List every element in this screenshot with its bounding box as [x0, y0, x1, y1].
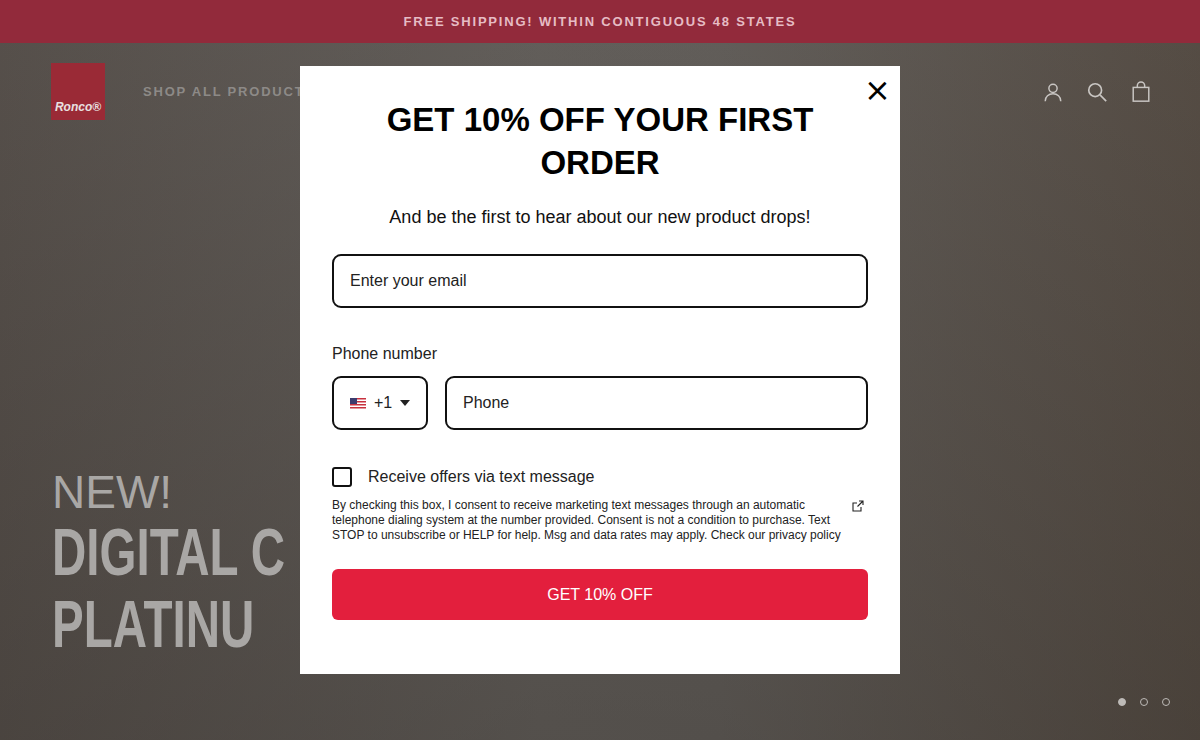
announcement-text: FREE SHIPPING! WITHIN CONTIGUOUS 48 STAT…	[404, 14, 797, 29]
phone-placeholder: Phone	[463, 394, 509, 412]
cart-bag-icon[interactable]	[1130, 81, 1152, 103]
sms-checkbox-row[interactable]: Receive offers via text message	[332, 466, 868, 488]
submit-button[interactable]: GET 10% OFF	[332, 569, 868, 620]
country-select[interactable]: +1	[332, 376, 428, 430]
legal-text: By checking this box, I consent to recei…	[332, 498, 844, 543]
sms-checkbox-label: Receive offers via text message	[368, 468, 594, 486]
phone-row: +1 Phone	[332, 376, 868, 430]
modal-title: GET 10% OFF YOUR FIRST ORDER	[332, 98, 868, 184]
carousel-dot[interactable]	[1162, 698, 1170, 706]
legal-row: By checking this box, I consent to recei…	[332, 498, 868, 543]
main-nav: SHOP ALL PRODUCTS	[143, 84, 315, 99]
nav-item[interactable]: SHOP ALL PRODUCTS	[143, 84, 315, 99]
email-placeholder: Enter your email	[350, 272, 467, 290]
page: FREE SHIPPING! WITHIN CONTIGUOUS 48 STAT…	[0, 0, 1200, 740]
country-code: +1	[374, 394, 392, 412]
dropdown-caret-icon	[400, 400, 410, 406]
modal-subtitle: And be the first to hear about our new p…	[332, 206, 868, 228]
phone-input[interactable]: Phone	[445, 376, 868, 430]
carousel-dot[interactable]	[1140, 698, 1148, 706]
logo-text: Ronco®	[55, 100, 101, 114]
external-link-icon[interactable]	[852, 500, 864, 512]
header-icons	[1042, 81, 1152, 103]
announcement-bar: FREE SHIPPING! WITHIN CONTIGUOUS 48 STAT…	[0, 0, 1200, 43]
carousel-dot[interactable]	[1118, 698, 1126, 706]
carousel-dots	[1118, 698, 1170, 706]
close-button[interactable]: ×	[864, 78, 888, 102]
phone-label: Phone number	[332, 344, 868, 364]
us-flag-icon	[350, 398, 366, 409]
sms-checkbox[interactable]	[332, 467, 352, 487]
logo[interactable]: Ronco®	[51, 63, 105, 120]
email-input[interactable]: Enter your email	[332, 254, 868, 308]
signup-modal: ×GET 10% OFF YOUR FIRST ORDER And be the …	[300, 66, 900, 674]
search-icon[interactable]	[1086, 81, 1108, 103]
modal-overlay: ×GET 10% OFF YOUR FIRST ORDER And be the …	[0, 0, 1200, 740]
account-icon[interactable]	[1042, 81, 1064, 103]
